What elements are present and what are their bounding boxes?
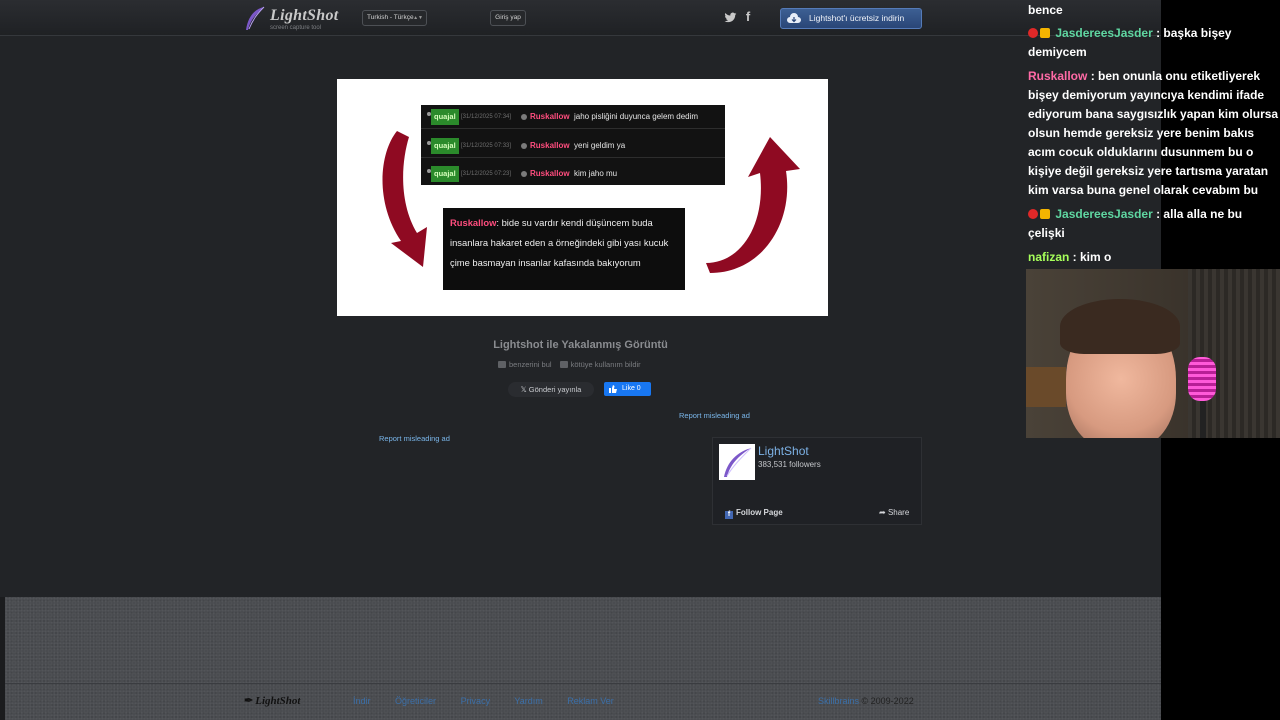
camera-icon [498, 361, 506, 368]
like-button-label: Like 0 [622, 385, 641, 392]
badge-icon [521, 171, 527, 177]
share-button[interactable]: ➦ Share [879, 508, 909, 517]
facebook-page-widget: LightShot 383,531 followers f Follow Page… [712, 437, 922, 525]
facebook-icon: f [725, 511, 733, 519]
logo-tagline: screen capture tool [270, 25, 322, 31]
preview-chat-row: quajal [31/12/2025 07:34] Ruskallow jaho… [421, 105, 725, 129]
share-label: Share [887, 508, 910, 517]
chat-message: JasdereesJasder : alla alla ne bu çelişk… [1028, 205, 1280, 243]
stream-chat-overlay: bence JasdereesJasder : başka bişey demi… [1022, 0, 1280, 270]
feather-logo-icon [724, 447, 752, 477]
chat-message: bence [1028, 1, 1280, 20]
preview-chat-timestamp: [31/12/2025 07:23] [461, 171, 512, 177]
preview-chat-row: quajal [31/12/2025 07:23] Ruskallow kim … [421, 162, 725, 186]
chat-text: : ben onunla onu etiketliyerek bişey dem… [1028, 69, 1279, 197]
microphone-icon [1188, 357, 1216, 401]
download-button-label: Lightshot'ı ücretsiz indirin [809, 13, 905, 23]
crown-badge-icon [1040, 209, 1050, 219]
mic-stand [1200, 399, 1206, 438]
language-select-value: Turkish - Türkçe [367, 14, 414, 21]
follow-page-button[interactable]: f Follow Page [725, 508, 783, 519]
badge-icon [521, 143, 527, 149]
preview-chat-user: quajal [431, 109, 459, 125]
chat-username: JasdereesJasder [1055, 207, 1153, 221]
preview-chat-message: kim jaho mu [574, 169, 618, 178]
company-link[interactable]: Skillbrains [818, 696, 859, 706]
footer-link-privacy[interactable]: Privacy [461, 696, 491, 706]
preview-chat-message: yeni geldim ya [574, 141, 626, 150]
preview-chat-log: quajal [31/12/2025 07:34] Ruskallow jaho… [421, 105, 725, 185]
footer-link-advertise[interactable]: Reklam Ver [567, 696, 614, 706]
footer-link-tutorials[interactable]: Öğreticiler [395, 696, 436, 706]
page-avatar[interactable] [719, 444, 755, 480]
report-abuse-link[interactable]: kötüye kullanım bildir [571, 360, 641, 369]
footer-logo[interactable]: ✒ LightShot [244, 694, 300, 707]
facebook-icon[interactable]: f [743, 9, 753, 24]
chat-username: Ruskallow [1028, 69, 1088, 83]
preview-chat-user: quajal [431, 138, 459, 154]
footer-copyright: Skillbrains © 2009-2022 [818, 696, 914, 706]
report-ad-link[interactable]: Report misleading ad [679, 411, 750, 420]
moderator-badge-icon [1028, 28, 1038, 38]
x-icon: 𝕏 [520, 385, 529, 394]
tweet-button-label: Gönderi yayınla [528, 385, 582, 394]
footer-nav: İndir Öğreticiler Privacy Yardım Reklam … [353, 696, 636, 706]
capture-title: Lightshot ile Yakalanmış Görüntü [493, 339, 668, 351]
footer-link-download[interactable]: İndir [353, 696, 371, 706]
fb-page-name[interactable]: LightShot [758, 444, 809, 458]
webcam-feed [1026, 269, 1280, 438]
streamer-hair [1060, 299, 1180, 354]
webcam-background [1026, 367, 1066, 407]
crown-badge-icon [1040, 28, 1050, 38]
lightshot-logo[interactable]: LightShot screen capture tool [243, 6, 338, 32]
screenshot-preview[interactable]: quajal [31/12/2025 07:34] Ruskallow jaho… [337, 79, 828, 316]
like-button[interactable]: Like 0 [604, 382, 651, 396]
footer-link-help[interactable]: Yardım [514, 696, 542, 706]
chevron-down-icon: ▲▼ [413, 15, 423, 21]
chat-message: JasdereesJasder : başka bişey demiycem [1028, 24, 1280, 62]
find-similar-link[interactable]: benzerini bul [509, 360, 552, 369]
feather-logo-icon: ✒ [244, 695, 254, 707]
trash-icon [559, 361, 568, 368]
fb-followers-count: 383,531 followers [758, 460, 821, 469]
tweet-button[interactable]: 𝕏 Gönderi yayınla [508, 382, 594, 397]
twitter-icon[interactable] [724, 11, 737, 24]
language-select[interactable]: Turkish - Türkçe ▲▼ [362, 10, 427, 26]
moderator-badge-icon [1028, 209, 1038, 219]
follow-page-label: Follow Page [736, 508, 783, 517]
site-header: LightShot screen capture tool Turkish - … [0, 0, 1161, 36]
capture-actions: benzerini bul kötüye kullanım bildir [498, 360, 641, 370]
quote-username: Ruskallow [450, 217, 497, 228]
chat-message: nafizan : kim o [1028, 248, 1280, 267]
footer-logo-text: LightShot [255, 695, 301, 707]
preview-chat-user: Ruskallow [530, 112, 570, 121]
chat-username: nafizan [1028, 250, 1070, 264]
preview-chat-user: Ruskallow [530, 169, 570, 178]
thumbs-up-icon [609, 385, 617, 393]
feather-logo-icon [246, 6, 265, 30]
chat-text: : kim o [1069, 250, 1112, 264]
lightshot-page: LightShot screen capture tool Turkish - … [0, 0, 1161, 720]
site-footer: ✒ LightShot İndir Öğreticiler Privacy Yar… [5, 597, 1161, 720]
share-icon: ➦ [879, 508, 888, 517]
preview-chat-user: Ruskallow [530, 141, 570, 150]
download-button[interactable]: Lightshot'ı ücretsiz indirin [780, 8, 922, 29]
preview-chat-timestamp: [31/12/2025 07:34] [461, 114, 512, 120]
preview-chat-message: jaho pisliğini duyunca gelem dedim [574, 112, 699, 121]
report-ad-link[interactable]: Report misleading ad [379, 434, 450, 443]
badge-icon [521, 114, 527, 120]
cloud-download-icon [787, 13, 801, 23]
preview-chat-user: quajal [431, 166, 459, 182]
preview-chat-row: quajal [31/12/2025 07:33] Ruskallow yeni… [421, 134, 725, 158]
logo-wordmark: LightShot [270, 7, 339, 24]
chat-username: JasdereesJasder [1055, 26, 1153, 40]
chat-message: Ruskallow : ben onunla onu etiketliyerek… [1028, 67, 1280, 200]
chat-text: bence [1028, 3, 1063, 17]
footer-divider [5, 683, 1161, 684]
login-button[interactable]: Giriş yap [490, 10, 526, 26]
copyright-text: © 2009-2022 [861, 696, 914, 706]
preview-chat-timestamp: [31/12/2025 07:33] [461, 143, 512, 149]
preview-quote-box: Ruskallow: bide su vardır kendi düşüncem… [443, 208, 685, 290]
